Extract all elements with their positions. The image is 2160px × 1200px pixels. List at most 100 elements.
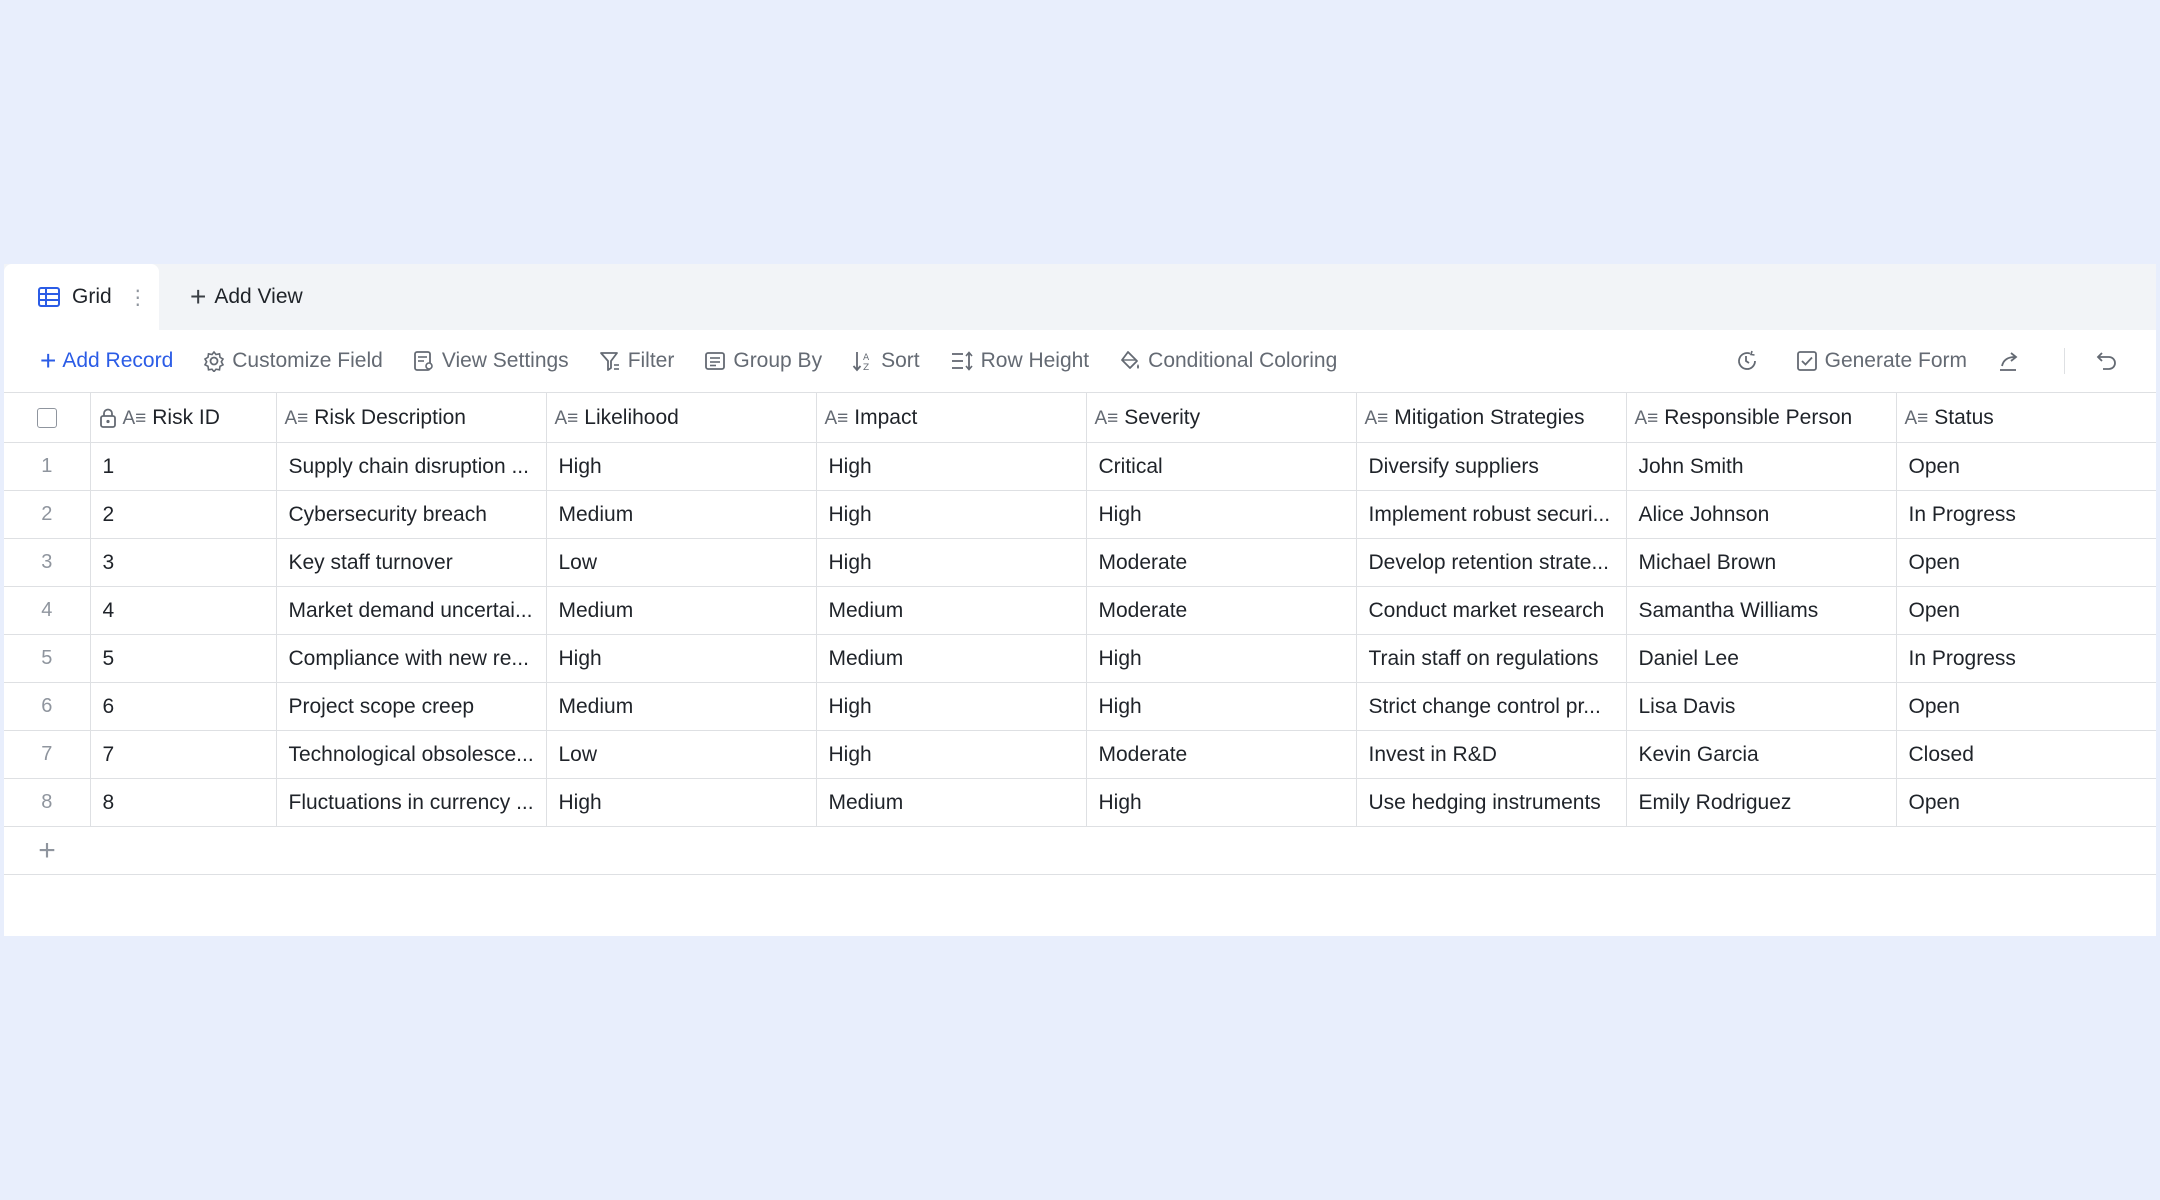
select-all-checkbox[interactable] — [36, 407, 57, 428]
cell-mitigation-strategies[interactable]: Diversify suppliers — [1356, 442, 1627, 491]
cell-likelihood[interactable]: High — [546, 442, 817, 491]
cell-risk-description[interactable]: Technological obsolesce... — [276, 730, 547, 779]
cell-responsible-person[interactable]: Lisa Davis — [1626, 682, 1897, 731]
cell-risk-id[interactable]: 2 — [90, 490, 277, 539]
cell-risk-description[interactable]: Cybersecurity breach — [276, 490, 547, 539]
plus-icon: + — [38, 833, 56, 867]
cell-responsible-person[interactable]: Emily Rodriguez — [1626, 778, 1897, 827]
column-header-status[interactable]: A≡ Status — [1896, 392, 2156, 443]
cell-responsible-person[interactable]: Michael Brown — [1626, 538, 1897, 587]
cell-risk-id[interactable]: 8 — [90, 778, 277, 827]
cell-impact[interactable]: High — [816, 442, 1087, 491]
cell-severity[interactable]: Moderate — [1086, 586, 1357, 635]
view-settings-button[interactable]: View Settings — [413, 349, 569, 373]
cell-risk-id[interactable]: 5 — [90, 634, 277, 683]
add-row-button[interactable]: + — [4, 826, 90, 875]
group-by-button[interactable]: Group By — [704, 349, 822, 373]
cell-risk-id[interactable]: 7 — [90, 730, 277, 779]
cell-likelihood[interactable]: Low — [546, 538, 817, 587]
undo-icon — [2096, 352, 2116, 370]
cell-impact[interactable]: Medium — [816, 778, 1087, 827]
cell-likelihood[interactable]: Medium — [546, 682, 817, 731]
cell-mitigation-strategies[interactable]: Develop retention strate... — [1356, 538, 1627, 587]
undo-button[interactable] — [2095, 350, 2126, 372]
cell-likelihood[interactable]: Medium — [546, 586, 817, 635]
cell-impact[interactable]: High — [816, 538, 1087, 587]
cell-impact[interactable]: High — [816, 682, 1087, 731]
cell-mitigation-strategies[interactable]: Invest in R&D — [1356, 730, 1627, 779]
cell-likelihood[interactable]: High — [546, 778, 817, 827]
cell-status[interactable]: Open — [1896, 778, 2156, 827]
cell-status[interactable]: In Progress — [1896, 490, 2156, 539]
cell-risk-description[interactable]: Key staff turnover — [276, 538, 547, 587]
table-row[interactable]: 5 5 Compliance with new re... High Medium Hig… — [4, 634, 2156, 683]
cell-severity[interactable]: High — [1086, 778, 1357, 827]
table-row[interactable]: 8 8 Fluctuations in currency ... High Medium… — [4, 778, 2156, 827]
table-row[interactable]: 7 7 Technological obsolesce... Low High Moder… — [4, 730, 2156, 779]
column-header-impact[interactable]: A≡ Impact — [816, 392, 1087, 443]
column-header-responsible-person[interactable]: A≡ Responsible Person — [1626, 392, 1897, 443]
table-row[interactable]: 3 3 Key staff turnover Low High Moderate Devel… — [4, 538, 2156, 587]
cell-status[interactable]: Open — [1896, 538, 2156, 587]
cell-mitigation-strategies[interactable]: Train staff on regulations — [1356, 634, 1627, 683]
cell-risk-id[interactable]: 3 — [90, 538, 277, 587]
table-row[interactable]: 1 1 Supply chain disruption ... High High Cri… — [4, 442, 2156, 491]
table-row[interactable]: 6 6 Project scope creep Medium High High Stric… — [4, 682, 2156, 731]
cell-risk-description[interactable]: Supply chain disruption ... — [276, 442, 547, 491]
cell-mitigation-strategies[interactable]: Use hedging instruments — [1356, 778, 1627, 827]
cell-responsible-person[interactable]: Alice Johnson — [1626, 490, 1897, 539]
cell-likelihood[interactable]: Low — [546, 730, 817, 779]
cell-risk-id[interactable]: 6 — [90, 682, 277, 731]
cell-likelihood[interactable]: High — [546, 634, 817, 683]
cell-status[interactable]: In Progress — [1896, 634, 2156, 683]
cell-impact[interactable]: Medium — [816, 586, 1087, 635]
column-header-risk-description[interactable]: A≡ Risk Description — [276, 392, 547, 443]
add-record-button[interactable]: + Add Record — [40, 347, 173, 375]
cell-severity[interactable]: Moderate — [1086, 538, 1357, 587]
cell-risk-description[interactable]: Fluctuations in currency ... — [276, 778, 547, 827]
table-row[interactable]: 2 2 Cybersecurity breach Medium High High Impl… — [4, 490, 2156, 539]
cell-risk-id[interactable]: 4 — [90, 586, 277, 635]
column-header-severity[interactable]: A≡ Severity — [1086, 392, 1357, 443]
cell-status[interactable]: Open — [1896, 442, 2156, 491]
cell-severity[interactable]: High — [1086, 634, 1357, 683]
cell-impact[interactable]: High — [816, 490, 1087, 539]
cell-responsible-person[interactable]: Kevin Garcia — [1626, 730, 1897, 779]
column-header-risk-id[interactable]: A≡ Risk ID — [90, 392, 277, 443]
row-height-button[interactable]: Row Height — [950, 349, 1089, 373]
cell-responsible-person[interactable]: Samantha Williams — [1626, 586, 1897, 635]
cell-severity[interactable]: Moderate — [1086, 730, 1357, 779]
cell-mitigation-strategies[interactable]: Implement robust securi... — [1356, 490, 1627, 539]
cell-severity[interactable]: High — [1086, 682, 1357, 731]
sort-button[interactable]: A Z Sort — [852, 349, 920, 373]
cell-risk-id[interactable]: 1 — [90, 442, 277, 491]
share-button[interactable] — [1997, 350, 2028, 372]
cell-responsible-person[interactable]: Daniel Lee — [1626, 634, 1897, 683]
cell-severity[interactable]: Critical — [1086, 442, 1357, 491]
cell-severity[interactable]: High — [1086, 490, 1357, 539]
column-header-mitigation-strategies[interactable]: A≡ Mitigation Strategies — [1356, 392, 1627, 443]
cell-risk-description[interactable]: Project scope creep — [276, 682, 547, 731]
select-all-checkbox-cell[interactable] — [4, 392, 91, 443]
customize-field-button[interactable]: Customize Field — [203, 349, 383, 373]
cell-risk-description[interactable]: Compliance with new re... — [276, 634, 547, 683]
conditional-coloring-button[interactable]: Conditional Coloring — [1119, 349, 1337, 373]
filter-button[interactable]: Filter — [599, 349, 674, 373]
cell-status[interactable]: Open — [1896, 586, 2156, 635]
cell-impact[interactable]: Medium — [816, 634, 1087, 683]
column-header-likelihood[interactable]: A≡ Likelihood — [546, 392, 817, 443]
cell-status[interactable]: Closed — [1896, 730, 2156, 779]
table-row[interactable]: 4 4 Market demand uncertai... Medium Medium M… — [4, 586, 2156, 635]
cell-likelihood[interactable]: Medium — [546, 490, 817, 539]
cell-mitigation-strategies[interactable]: Strict change control pr... — [1356, 682, 1627, 731]
cell-risk-description[interactable]: Market demand uncertai... — [276, 586, 547, 635]
history-button[interactable] — [1735, 349, 1766, 373]
generate-form-button[interactable]: Generate Form — [1796, 349, 1967, 373]
tab-grid[interactable]: Grid ⋮ — [4, 264, 159, 330]
more-icon[interactable]: ⋮ — [128, 285, 148, 310]
add-view-button[interactable]: + Add View — [190, 264, 303, 330]
cell-status[interactable]: Open — [1896, 682, 2156, 731]
cell-impact[interactable]: High — [816, 730, 1087, 779]
cell-responsible-person[interactable]: John Smith — [1626, 442, 1897, 491]
cell-mitigation-strategies[interactable]: Conduct market research — [1356, 586, 1627, 635]
